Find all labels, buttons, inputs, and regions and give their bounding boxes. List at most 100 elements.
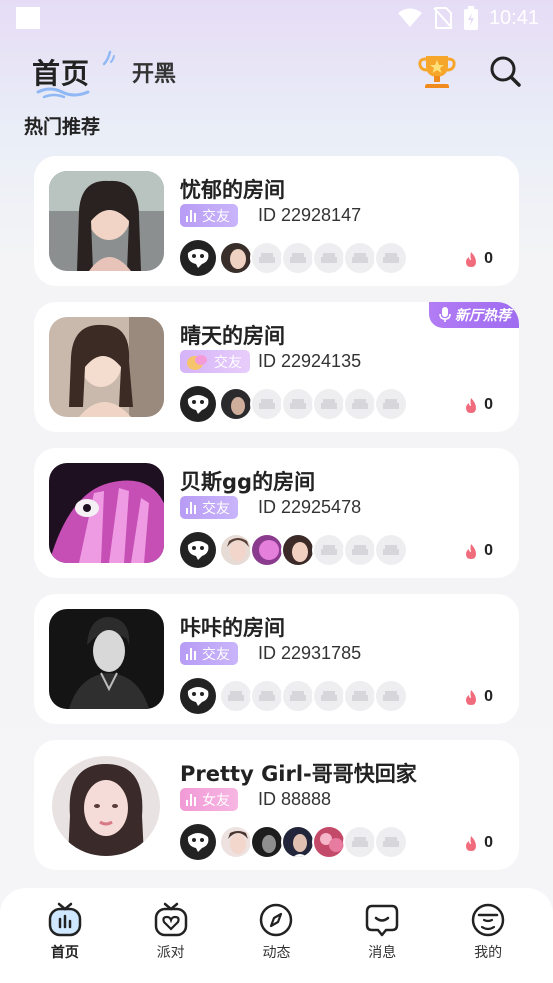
status-bar: 10:41: [0, 0, 553, 36]
room-name: Pretty Girl-哥哥快回家: [180, 762, 417, 786]
seat-avatar[interactable]: [219, 387, 253, 421]
empty-seat-sofa-icon[interactable]: [250, 241, 284, 275]
room-category-tag: 交友: [180, 496, 238, 519]
room-heat: 0: [464, 688, 493, 706]
nav-label: 动态: [262, 945, 291, 961]
seat-avatar[interactable]: [281, 533, 315, 567]
top-header: 首页 开黑: [0, 44, 553, 104]
flame-icon: [466, 251, 477, 267]
room-cover-image: [49, 171, 164, 271]
nav-label: 我的: [474, 945, 503, 961]
empty-seat-sofa-icon[interactable]: [343, 679, 377, 713]
seat-avatar[interactable]: [312, 825, 346, 859]
room-name: 忧郁的房间: [180, 178, 285, 202]
room-cover-image: [49, 317, 164, 417]
seat-avatar[interactable]: [281, 825, 315, 859]
flame-icon: [466, 689, 477, 705]
room-card[interactable]: 新厅热荐 晴天的房间 交友 ID 22924135 0: [34, 302, 519, 432]
compass-icon: [260, 903, 293, 937]
message-bubble-icon: [366, 904, 399, 937]
empty-seat-sofa-icon[interactable]: [281, 387, 315, 421]
host-mascot-icon: [180, 386, 216, 422]
empty-seat-sofa-icon[interactable]: [281, 241, 315, 275]
empty-seat-sofa-icon[interactable]: [374, 387, 408, 421]
room-name: 贝斯gg的房间: [180, 470, 316, 494]
mic-seats: [180, 532, 408, 568]
active-tab-wave-icon: [36, 87, 90, 99]
heat-count: 0: [484, 396, 493, 413]
trophy-icon[interactable]: [416, 50, 458, 92]
battery-icon: [463, 6, 478, 30]
bottom-nav: 首页 派对 动态 消息 我的: [0, 888, 553, 983]
new-hot-badge-label: 新厅热荐: [455, 308, 511, 324]
heat-count: 0: [484, 250, 493, 267]
room-id: ID 22928147: [258, 205, 362, 225]
seat-avatar[interactable]: [219, 825, 253, 859]
cute-sticker-icon: [187, 354, 207, 370]
room-id: ID 22924135: [258, 351, 362, 371]
nav-item-party[interactable]: 派对: [131, 902, 211, 983]
party-tv-heart-icon: [154, 902, 187, 937]
empty-seat-sofa-icon[interactable]: [374, 679, 408, 713]
mic-seats: [180, 824, 408, 860]
room-heat: 0: [464, 250, 493, 268]
bars-icon: [186, 647, 196, 660]
empty-seat-sofa-icon[interactable]: [343, 825, 377, 859]
room-card[interactable]: 咔咔的房间 交友 ID 22931785 0: [34, 594, 519, 724]
bars-icon: [186, 501, 196, 514]
empty-seat-sofa-icon[interactable]: [312, 241, 346, 275]
status-notification-icon: [16, 7, 40, 29]
seat-avatar[interactable]: [250, 825, 284, 859]
nav-item-profile[interactable]: 我的: [448, 902, 528, 983]
room-name: 咔咔的房间: [180, 616, 285, 640]
tab-open-game[interactable]: 开黑: [132, 56, 176, 88]
empty-seat-sofa-icon[interactable]: [343, 387, 377, 421]
empty-seat-sofa-icon[interactable]: [250, 387, 284, 421]
status-indicators: 10:41: [397, 6, 539, 30]
room-card[interactable]: 贝斯gg的房间 交友 ID 22925478 0: [34, 448, 519, 578]
room-card[interactable]: Pretty Girl-哥哥快回家 女友 ID 88888 0: [34, 740, 519, 870]
empty-seat-sofa-icon[interactable]: [312, 679, 346, 713]
flame-icon: [466, 835, 477, 851]
no-sim-icon: [433, 7, 453, 29]
empty-seat-sofa-icon[interactable]: [343, 241, 377, 275]
profile-face-icon: [471, 903, 505, 937]
heat-count: 0: [484, 834, 493, 851]
room-id: ID 22925478: [258, 497, 362, 517]
bars-icon: [186, 209, 196, 222]
room-card[interactable]: 忧郁的房间 交友 ID 22928147 0: [34, 156, 519, 286]
host-mascot-icon: [180, 678, 216, 714]
nav-item-moments[interactable]: 动态: [236, 902, 316, 983]
empty-seat-sofa-icon[interactable]: [374, 241, 408, 275]
room-cover-image: [49, 463, 164, 563]
empty-seat-sofa-icon[interactable]: [250, 679, 284, 713]
room-category-label: 交友: [214, 354, 242, 371]
mic-seats: [180, 386, 408, 422]
room-heat: 0: [464, 542, 493, 560]
mic-seats: [180, 678, 408, 714]
empty-seat-sofa-icon[interactable]: [312, 533, 346, 567]
empty-seat-sofa-icon[interactable]: [374, 533, 408, 567]
mic-seats: [180, 240, 408, 276]
room-category-tag: 交友: [180, 642, 238, 665]
room-category-label: 交友: [202, 208, 230, 225]
nav-item-home[interactable]: 首页: [25, 902, 105, 983]
seat-avatar[interactable]: [219, 533, 253, 567]
flame-icon: [466, 397, 477, 413]
seat-avatar[interactable]: [219, 241, 253, 275]
empty-seat-sofa-icon[interactable]: [312, 387, 346, 421]
room-id: ID 88888: [258, 789, 332, 809]
empty-seat-sofa-icon[interactable]: [374, 825, 408, 859]
bars-icon: [186, 793, 196, 806]
room-cover-image: [52, 756, 160, 856]
microphone-icon: [439, 307, 451, 322]
empty-seat-sofa-icon[interactable]: [343, 533, 377, 567]
nav-item-messages[interactable]: 消息: [342, 902, 422, 983]
search-icon[interactable]: [486, 52, 524, 90]
new-hot-badge: 新厅热荐: [429, 302, 519, 328]
empty-seat-sofa-icon[interactable]: [219, 679, 253, 713]
home-tv-icon: [48, 902, 82, 937]
seat-avatar[interactable]: [250, 533, 284, 567]
room-category-tag: 交友: [180, 204, 238, 227]
empty-seat-sofa-icon[interactable]: [281, 679, 315, 713]
